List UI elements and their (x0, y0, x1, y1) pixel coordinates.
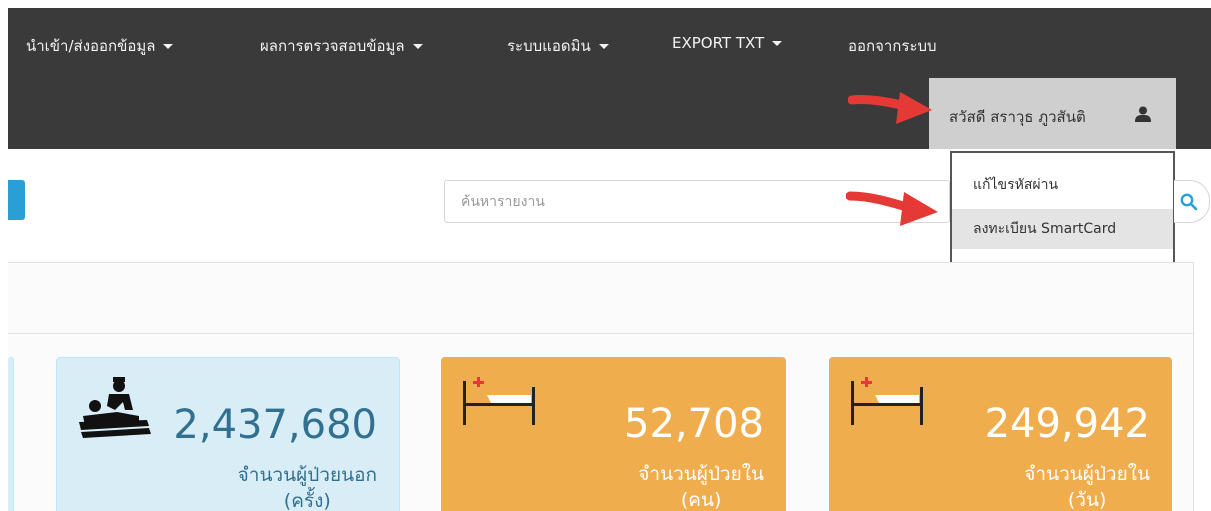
nav-import-export[interactable]: นำเข้า/ส่งออกข้อมูล (26, 34, 174, 58)
primary-button-partial[interactable] (8, 180, 25, 220)
chevron-down-icon (163, 44, 174, 49)
caption-line: จำนวนผู้ป่วยนอก (237, 464, 377, 486)
nav-export-txt[interactable]: EXPORT TXT (672, 34, 783, 52)
nav-validation-results-label: ผลการตรวจสอบข้อมูล (260, 37, 405, 55)
outpatient-visits-value: 2,437,680 (173, 402, 377, 448)
stat-card-inpatient-days: 249,942 จำนวนผู้ป่วยใน (วัน) (829, 357, 1172, 511)
panel-divider (8, 333, 1193, 334)
nav-import-export-label: นำเข้า/ส่งออกข้อมูล (26, 37, 156, 55)
chevron-down-icon (598, 44, 609, 49)
outpatient-visits-caption: จำนวนผู้ป่วยนอก (ครั้ง) (238, 462, 377, 511)
nav-admin-system[interactable]: ระบบแอดมิน (507, 34, 609, 58)
caption-line: (ครั้ง) (283, 490, 331, 511)
search-icon (1180, 193, 1198, 211)
menu-item-register-smartcard[interactable]: ลงทะเบียน SmartCard (952, 209, 1173, 249)
patient-care-icon (79, 377, 151, 438)
inpatients-count-caption: จำนวนผู้ป่วยใน (คน) (638, 461, 764, 511)
nav-logout[interactable]: ออกจากระบบ (848, 34, 937, 58)
inpatient-days-value: 249,942 (984, 401, 1150, 447)
stat-card-inpatients-count: 52,708 จำนวนผู้ป่วยใน (คน) (441, 357, 786, 511)
search-button[interactable] (1174, 180, 1210, 223)
user-icon (1135, 106, 1151, 122)
chevron-down-icon (412, 44, 423, 49)
caption-line: จำนวนผู้ป่วยใน (638, 463, 764, 485)
menu-item-change-password[interactable]: แก้ไขรหัสผ่าน (952, 165, 1173, 205)
nav-export-txt-label: EXPORT TXT (672, 34, 765, 52)
nav-validation-results[interactable]: ผลการตรวจสอบข้อมูล (260, 34, 423, 58)
inpatient-days-caption: จำนวนผู้ป่วยใน (วัน) (1024, 461, 1150, 511)
annotation-arrow-icon (848, 92, 932, 124)
stat-card-partial (8, 357, 14, 511)
nav-logout-label: ออกจากระบบ (848, 37, 937, 55)
nav-admin-system-label: ระบบแอดมิน (507, 37, 591, 55)
hospital-bed-icon (851, 377, 923, 425)
stat-card-outpatient-visits: 2,437,680 จำนวนผู้ป่วยนอก (ครั้ง) (56, 357, 400, 511)
caption-line: จำนวนผู้ป่วยใน (1024, 463, 1150, 485)
hospital-bed-icon (463, 377, 535, 425)
chevron-down-icon (772, 41, 783, 46)
user-greeting: สวัสดี สราวุธ ภูวสันติ (949, 108, 1086, 126)
caption-line: (วัน) (1067, 489, 1107, 511)
inpatients-count-value: 52,708 (624, 401, 764, 447)
annotation-arrow-icon (846, 191, 938, 226)
search-placeholder: ค้นหารายงาน (461, 194, 545, 210)
user-menu-toggle[interactable]: สวัสดี สราวุธ ภูวสันติ (929, 78, 1176, 149)
caption-line: (คน) (680, 489, 722, 511)
